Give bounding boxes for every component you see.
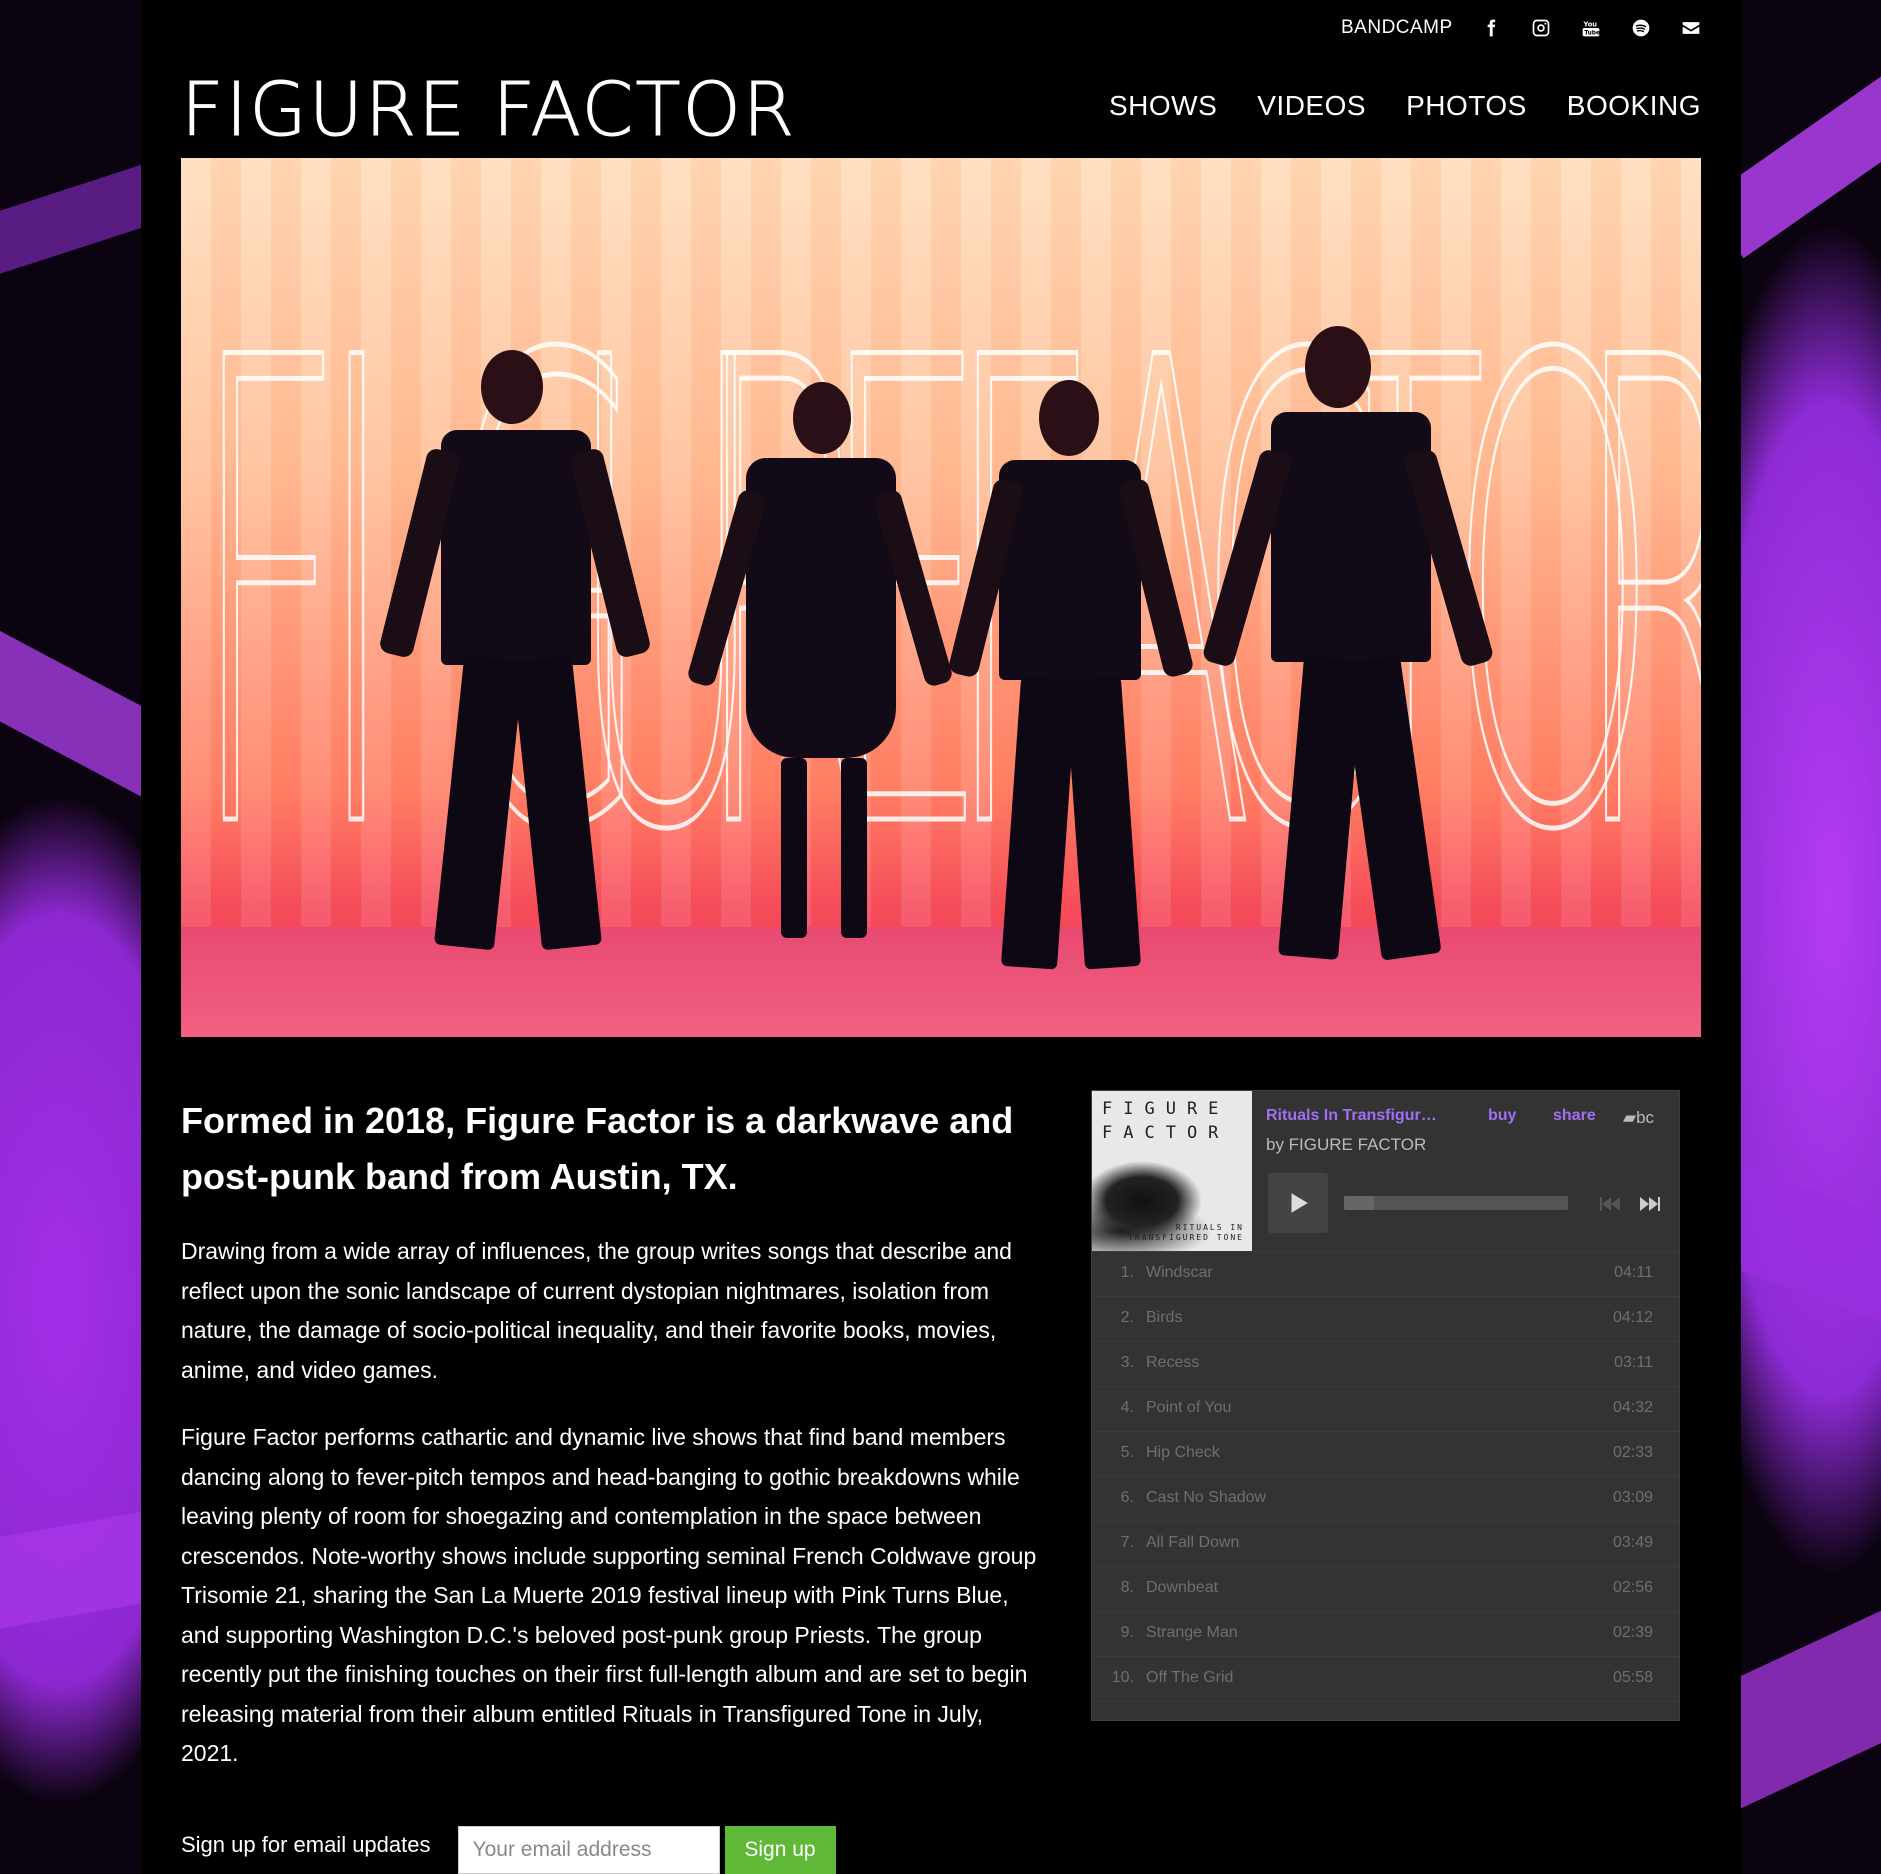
bandcamp-logo[interactable]: ▰bc xyxy=(1623,1108,1654,1128)
instagram-icon[interactable] xyxy=(1529,16,1553,40)
progress-bar[interactable] xyxy=(1344,1196,1568,1210)
nav-shows[interactable]: SHOWS xyxy=(1109,90,1217,122)
track-title: Point of You xyxy=(1146,1399,1232,1416)
track-row[interactable]: 7. All Fall Down 03:49 xyxy=(1092,1522,1679,1567)
track-row[interactable]: 6. Cast No Shadow 03:09 xyxy=(1092,1477,1679,1522)
track-row[interactable]: 10. Off The Grid 05:58 xyxy=(1092,1657,1679,1702)
bandcamp-player: FIGURE FACTOR RITUALS IN TRANSFIGURED TO… xyxy=(1091,1090,1680,1721)
track-duration: 04:32 xyxy=(1612,1399,1653,1416)
nav-videos[interactable]: VIDEOS xyxy=(1257,90,1366,122)
track-title: Birds xyxy=(1146,1309,1183,1326)
track-duration: 03:49 xyxy=(1612,1534,1653,1551)
social-bar: BANDCAMP You Tube xyxy=(1341,0,1703,56)
track-duration: 02:33 xyxy=(1612,1444,1653,1461)
play-icon xyxy=(1291,1193,1308,1213)
bandcamp-logo-text: bc xyxy=(1636,1108,1655,1127)
share-link[interactable]: share xyxy=(1553,1107,1596,1125)
track-duration: 03:09 xyxy=(1612,1489,1653,1506)
track-duration: 02:39 xyxy=(1612,1624,1653,1641)
album-art-subtitle: RITUALS IN TRANSFIGURED TONE xyxy=(1128,1223,1244,1242)
track-title: Hip Check xyxy=(1146,1444,1220,1461)
track-number: 3. xyxy=(1120,1354,1134,1371)
track-title: Downbeat xyxy=(1146,1579,1219,1596)
email-field[interactable] xyxy=(457,1826,720,1874)
album-title-link[interactable]: Rituals In Transfigur… xyxy=(1266,1107,1437,1125)
page-container: BANDCAMP You Tube FIGURE FACTOR SHOWS VID… xyxy=(141,0,1741,1874)
track-duration: 04:12 xyxy=(1612,1309,1653,1326)
track-number: 4. xyxy=(1120,1399,1134,1416)
svg-text:Tube: Tube xyxy=(1584,31,1600,37)
bio-paragraph-2: Figure Factor performs cathartic and dyn… xyxy=(181,1424,1037,1766)
track-row[interactable]: 9. Strange Man 02:39 xyxy=(1092,1612,1679,1657)
play-button[interactable] xyxy=(1268,1173,1328,1233)
track-number: 7. xyxy=(1120,1534,1134,1551)
album-art[interactable]: FIGURE FACTOR RITUALS IN TRANSFIGURED TO… xyxy=(1092,1091,1252,1251)
nav-booking[interactable]: BOOKING xyxy=(1567,90,1701,122)
track-number: 2. xyxy=(1120,1309,1134,1326)
album-art-title: FIGURE FACTOR xyxy=(1102,1099,1230,1143)
bandcamp-link[interactable]: BANDCAMP xyxy=(1341,17,1453,39)
track-row[interactable]: 8. Downbeat 02:56 xyxy=(1092,1567,1679,1612)
track-number: 5. xyxy=(1120,1444,1134,1461)
progress-knob[interactable] xyxy=(1344,1196,1374,1210)
track-number: 9. xyxy=(1120,1624,1134,1641)
svg-text:You: You xyxy=(1582,20,1597,28)
track-list: 1. Windscar 04:11 2. Birds 04:12 3. Recess 03:… xyxy=(1092,1251,1679,1702)
previous-track-button[interactable] xyxy=(1600,1196,1622,1217)
email-icon[interactable] xyxy=(1679,16,1703,40)
youtube-icon[interactable]: You Tube xyxy=(1579,16,1603,40)
track-row[interactable]: 3. Recess 03:11 xyxy=(1092,1342,1679,1387)
main-nav: SHOWS VIDEOS PHOTOS BOOKING xyxy=(1109,90,1701,122)
bio-paragraph-1: Drawing from a wide array of influences,… xyxy=(181,1238,1012,1383)
spotify-icon[interactable] xyxy=(1629,16,1653,40)
track-duration: 04:11 xyxy=(1614,1264,1653,1281)
signup-label: Sign up for email updates xyxy=(181,1832,431,1857)
track-duration: 05:58 xyxy=(1612,1669,1653,1686)
track-title: Strange Man xyxy=(1146,1624,1238,1641)
email-signup-form: Sign up for email updates Sign up xyxy=(181,1826,836,1874)
track-row[interactable]: 1. Windscar 04:11 xyxy=(1092,1251,1679,1297)
track-number: 8. xyxy=(1120,1579,1134,1596)
skip-back-icon xyxy=(1600,1197,1620,1211)
artist-link[interactable]: by FIGURE FACTOR xyxy=(1266,1135,1426,1155)
band-photo: FIGUREFACTOR xyxy=(181,158,1701,1037)
track-title: Recess xyxy=(1146,1354,1200,1371)
track-title: Cast No Shadow xyxy=(1146,1489,1267,1506)
track-title: Off The Grid xyxy=(1146,1669,1234,1686)
track-number: 10. xyxy=(1111,1669,1134,1686)
track-duration: 03:11 xyxy=(1614,1354,1653,1371)
track-title: Windscar xyxy=(1146,1264,1213,1281)
buy-link[interactable]: buy xyxy=(1488,1107,1516,1125)
site-logo[interactable]: FIGURE FACTOR xyxy=(180,70,796,151)
track-row[interactable]: 5. Hip Check 02:33 xyxy=(1092,1432,1679,1477)
intro-heading: Formed in 2018, Figure Factor is a darkw… xyxy=(181,1100,1014,1197)
track-title: All Fall Down xyxy=(1146,1534,1240,1551)
track-duration: 02:56 xyxy=(1612,1579,1653,1596)
skip-forward-icon xyxy=(1640,1197,1660,1211)
track-row[interactable]: 4. Point of You 04:32 xyxy=(1092,1387,1679,1432)
next-track-button[interactable] xyxy=(1638,1196,1660,1217)
track-number: 1. xyxy=(1120,1264,1134,1281)
facebook-icon[interactable] xyxy=(1479,16,1503,40)
track-row[interactable]: 2. Birds 04:12 xyxy=(1092,1297,1679,1342)
site-header: FIGURE FACTOR SHOWS VIDEOS PHOTOS BOOKIN… xyxy=(141,56,1741,158)
nav-photos[interactable]: PHOTOS xyxy=(1406,90,1527,122)
track-number: 6. xyxy=(1120,1489,1134,1506)
signup-button[interactable]: Sign up xyxy=(724,1826,836,1874)
